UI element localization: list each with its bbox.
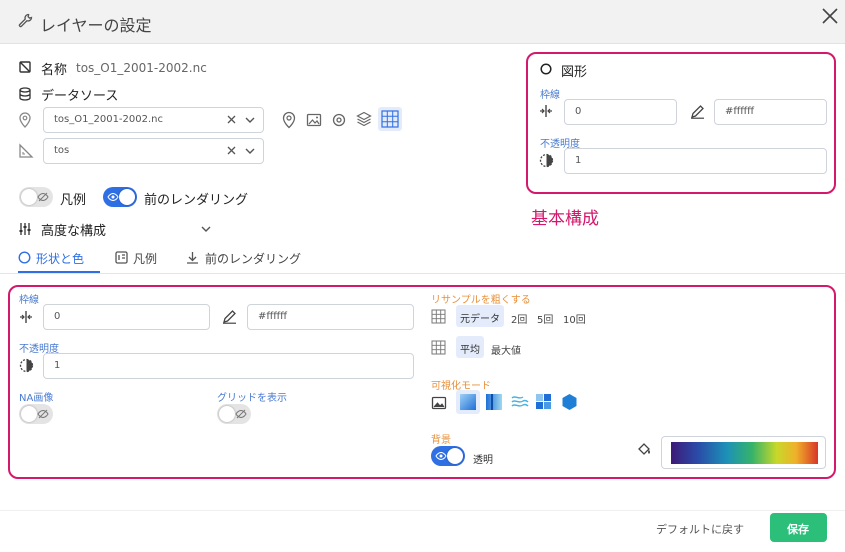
grid-icon — [431, 340, 446, 355]
datasource-label: データソース — [41, 89, 119, 104]
grid-toggle[interactable] — [217, 404, 251, 424]
circle-icon — [540, 63, 552, 75]
variable-select[interactable]: tos — [43, 138, 264, 164]
save-button-label: 保存 — [787, 523, 809, 536]
legend-icon — [115, 251, 128, 264]
stroke-width-value: 0 — [54, 311, 61, 322]
eye-icon — [107, 191, 119, 203]
eye-type-icon[interactable] — [331, 112, 347, 128]
agg-option-mean[interactable]: 平均 — [456, 336, 484, 358]
colormap-picker[interactable] — [661, 436, 826, 469]
wrench-icon — [18, 13, 34, 29]
shape-opacity-input[interactable]: 1 — [564, 148, 827, 174]
shape-stroke-width-value: 0 — [575, 106, 582, 117]
prev-render-toggle[interactable] — [103, 187, 137, 207]
na-image-toggle[interactable] — [19, 404, 53, 424]
advanced-label[interactable]: 高度な構成 — [41, 220, 106, 239]
database-icon — [18, 87, 32, 101]
opacity-icon — [539, 153, 554, 168]
na-image-caption: NA画像 — [19, 393, 54, 404]
image-type-icon[interactable] — [306, 112, 322, 128]
sliders-icon — [18, 222, 32, 236]
transparent-toggle[interactable] — [431, 446, 465, 466]
pencil-icon[interactable] — [690, 104, 705, 119]
chevron-down-icon[interactable] — [245, 116, 255, 124]
tab-shape-color-label: 形状と色 — [36, 252, 85, 266]
hexagon-icon[interactable] — [561, 393, 578, 411]
source-select-value: tos_O1_2001-2002.nc — [54, 114, 164, 125]
resample-option-10x[interactable]: 10回 — [563, 311, 586, 326]
chevron-down-icon[interactable] — [245, 147, 255, 155]
dialog-title: レイヤーの設定 — [40, 16, 152, 35]
transparent-label: 透明 — [473, 455, 493, 466]
opacity-value: 1 — [54, 360, 61, 371]
close-icon[interactable] — [818, 4, 842, 28]
eye-icon — [435, 450, 447, 462]
opacity-input[interactable]: 1 — [43, 353, 414, 379]
tab-shape-color[interactable]: 形状と色 — [18, 249, 100, 273]
variable-select-value: tos — [54, 145, 70, 156]
grid-caption: グリッドを表示 — [217, 393, 287, 404]
tab-divider — [0, 273, 845, 274]
grid-icon — [431, 309, 446, 324]
stroke-caption: 枠線 — [19, 295, 39, 306]
eye-off-icon — [37, 408, 49, 420]
chevron-down-icon[interactable] — [201, 225, 211, 233]
colormap-gradient — [671, 442, 818, 464]
location-pin-icon — [18, 112, 32, 128]
stroke-width-icon — [539, 104, 553, 118]
eye-off-icon — [37, 191, 49, 203]
grid-type-icon[interactable] — [378, 107, 402, 131]
contour-icon[interactable] — [511, 394, 529, 410]
shape-stroke-width-input[interactable]: 0 — [564, 99, 677, 125]
save-button[interactable]: 保存 — [770, 513, 827, 542]
source-select[interactable]: tos_O1_2001-2002.nc — [43, 107, 264, 133]
stroke-color-input[interactable]: #ffffff — [247, 304, 414, 330]
image-mode-icon[interactable] — [431, 395, 447, 411]
layers-type-icon[interactable] — [356, 111, 372, 127]
stroke-color-value: #ffffff — [258, 311, 288, 322]
marker-type-icon[interactable] — [281, 111, 297, 129]
pencil-icon[interactable] — [222, 309, 237, 324]
reset-button[interactable]: デフォルトに戻す — [656, 521, 744, 537]
legend-toggle-label: 凡例 — [60, 193, 87, 208]
shape-stroke-caption: 枠線 — [540, 90, 560, 101]
paint-bucket-icon[interactable] — [636, 441, 652, 457]
shape-opacity-value: 1 — [575, 155, 582, 166]
gradient-square-icon[interactable] — [456, 390, 480, 414]
shape-panel-header: 図形 — [561, 65, 588, 80]
tab-prev-render-label: 前のレンダリング — [205, 252, 302, 266]
stroke-width-icon — [19, 310, 33, 324]
tab-legend-label: 凡例 — [133, 252, 158, 266]
name-label: 名称 — [41, 63, 68, 78]
stroke-width-input[interactable]: 0 — [43, 304, 210, 330]
triangle-ruler-icon — [18, 143, 34, 159]
shape-stroke-color-input[interactable]: #ffffff — [714, 99, 827, 125]
background-caption: 背景 — [431, 435, 451, 446]
resample-caption: リサンプルを粗くする — [431, 295, 531, 306]
footer-divider — [0, 510, 845, 511]
resample-option-original[interactable]: 元データ — [456, 305, 504, 327]
name-value: tos_O1_2001-2002.nc — [76, 61, 207, 75]
eye-off-icon — [235, 408, 247, 420]
clear-icon[interactable] — [226, 114, 237, 125]
resample-option-5x[interactable]: 5回 — [537, 311, 553, 326]
gradient-bar-icon[interactable] — [486, 394, 502, 410]
prev-render-toggle-label: 前のレンダリング — [144, 193, 249, 208]
resample-option-2x[interactable]: 2回 — [511, 311, 527, 326]
legend-toggle[interactable] — [19, 187, 53, 207]
shape-stroke-color-value: #ffffff — [725, 106, 755, 117]
name-icon — [18, 60, 32, 74]
opacity-icon — [19, 358, 34, 373]
agg-option-max[interactable]: 最大値 — [491, 342, 521, 357]
pixel-blocks-icon[interactable] — [536, 394, 552, 410]
basic-config-annotation: 基本構成 — [531, 209, 599, 229]
circle-icon — [18, 251, 31, 264]
clear-icon[interactable] — [226, 145, 237, 156]
download-icon — [186, 251, 199, 264]
